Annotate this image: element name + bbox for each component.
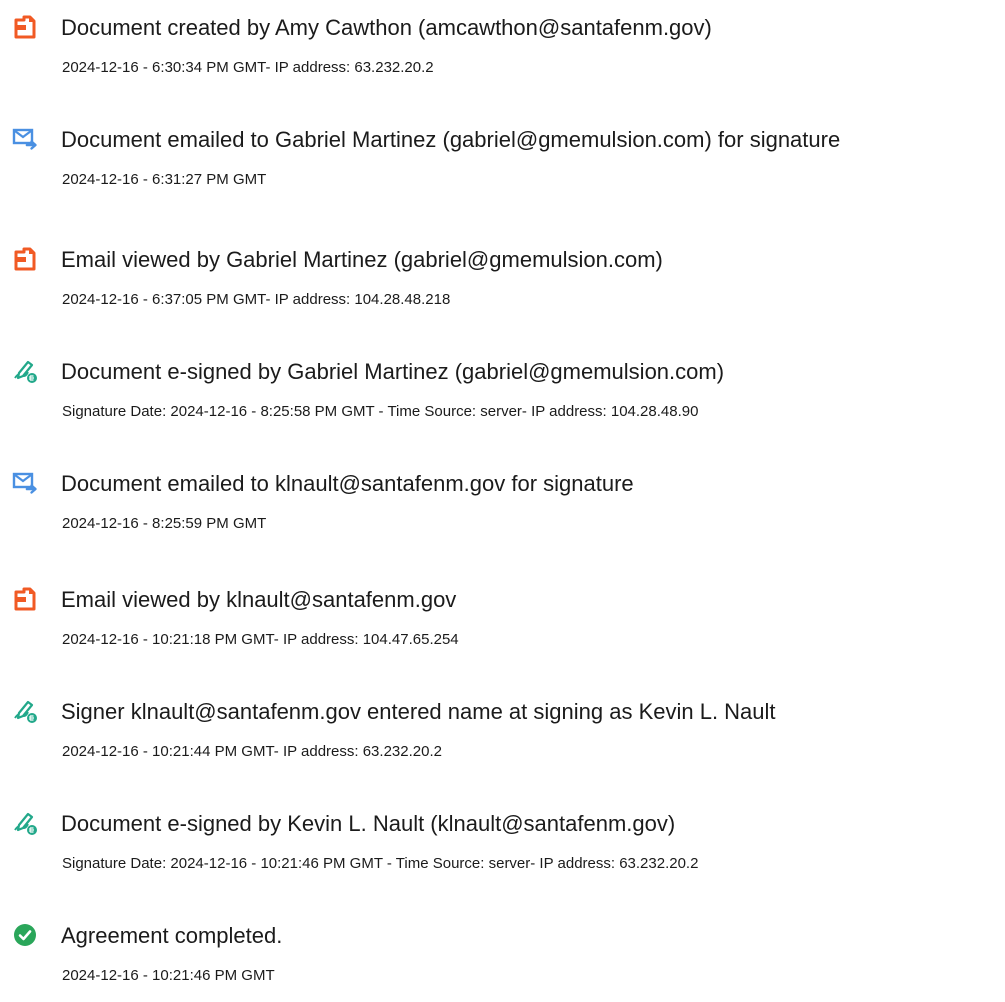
event-title: Document e-signed by Kevin L. Nault (kln…	[61, 811, 676, 836]
event-detail: 2024-12-16 - 8:25:59 PM GMT	[62, 515, 267, 532]
checkmark-circle-icon	[12, 922, 38, 948]
document-icon	[12, 246, 38, 272]
event-title: Document created by Amy Cawthon (amcawth…	[61, 15, 712, 40]
event-title: Signer klnault@santafenm.gov entered nam…	[61, 699, 776, 724]
audit-history-list: Document created by Amy Cawthon (amcawth…	[0, 0, 1005, 996]
email-sent-icon	[12, 470, 38, 496]
event-title: Email viewed by klnault@santafenm.gov	[61, 587, 457, 612]
event-title: Email viewed by Gabriel Martinez (gabrie…	[61, 247, 663, 272]
event-detail: 2024-12-16 - 6:31:27 PM GMT	[62, 171, 267, 188]
event-detail: 2024-12-16 - 10:21:18 PM GMT- IP address…	[62, 631, 459, 648]
event-title: Document e-signed by Gabriel Martinez (g…	[61, 359, 725, 384]
audit-event: Email viewed by klnault@santafenm.gov 20…	[0, 586, 1005, 666]
audit-event: Email viewed by Gabriel Martinez (gabrie…	[0, 246, 1005, 326]
event-title: Document emailed to klnault@santafenm.go…	[61, 471, 634, 496]
email-sent-icon	[12, 126, 38, 152]
event-title: Agreement completed.	[61, 923, 283, 948]
esign-pen-icon	[12, 698, 38, 724]
audit-event: Signer klnault@santafenm.gov entered nam…	[0, 698, 1005, 778]
esign-pen-icon	[12, 358, 38, 384]
audit-event: Document e-signed by Kevin L. Nault (kln…	[0, 810, 1005, 890]
event-title: Document emailed to Gabriel Martinez (ga…	[61, 127, 841, 152]
audit-event: Agreement completed. 2024-12-16 - 10:21:…	[0, 922, 1005, 1002]
audit-event: Document emailed to Gabriel Martinez (ga…	[0, 126, 1005, 206]
audit-event: Document emailed to klnault@santafenm.go…	[0, 470, 1005, 550]
event-detail: 2024-12-16 - 10:21:46 PM GMT	[62, 967, 275, 984]
event-detail: 2024-12-16 - 6:37:05 PM GMT- IP address:…	[62, 291, 451, 308]
event-detail: Signature Date: 2024-12-16 - 8:25:58 PM …	[62, 403, 699, 420]
event-detail: 2024-12-16 - 6:30:34 PM GMT- IP address:…	[62, 59, 434, 76]
document-icon	[12, 586, 38, 612]
audit-event: Document e-signed by Gabriel Martinez (g…	[0, 358, 1005, 438]
event-detail: Signature Date: 2024-12-16 - 10:21:46 PM…	[62, 855, 699, 872]
audit-event: Document created by Amy Cawthon (amcawth…	[0, 14, 1005, 94]
document-icon	[12, 14, 38, 40]
event-detail: 2024-12-16 - 10:21:44 PM GMT- IP address…	[62, 743, 442, 760]
esign-pen-icon	[12, 810, 38, 836]
